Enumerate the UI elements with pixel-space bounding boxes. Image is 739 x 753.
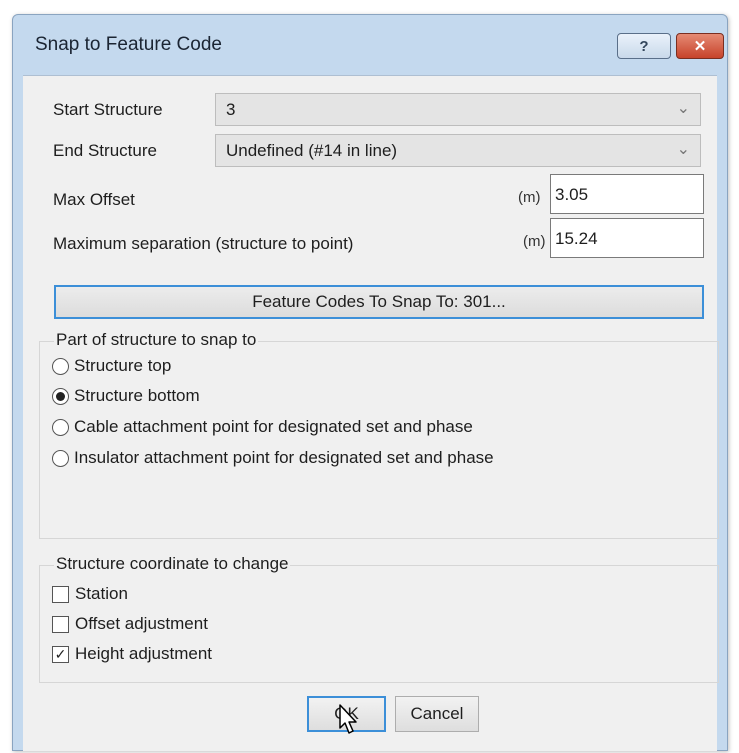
radio-label: Cable attachment point for designated se… xyxy=(74,417,473,436)
radio-label: Structure top xyxy=(74,356,172,375)
title-bar[interactable]: Snap to Feature Code ? ✕ xyxy=(13,15,727,73)
part-of-structure-title: Part of structure to snap to xyxy=(54,330,259,350)
radio-insulator-attachment[interactable]: Insulator attachment point for designate… xyxy=(52,448,494,468)
dialog-title: Snap to Feature Code xyxy=(35,34,222,55)
checkmark-icon: ✓ xyxy=(54,646,67,662)
radio-label: Insulator attachment point for designate… xyxy=(74,448,494,467)
start-structure-value: 3 xyxy=(226,100,236,119)
checkbox-height-adjustment[interactable]: ✓ Height adjustment xyxy=(52,644,212,664)
max-separation-unit: (m) xyxy=(523,233,546,250)
structure-coordinate-group: Structure coordinate to change Station O… xyxy=(39,554,719,683)
start-structure-label: Start Structure xyxy=(53,100,163,119)
close-button[interactable]: ✕ xyxy=(676,33,724,59)
snap-dialog: Snap to Feature Code ? ✕ Start Structure… xyxy=(12,14,728,751)
max-separation-label: Maximum separation (structure to point) xyxy=(53,234,354,253)
part-of-structure-group: Part of structure to snap to Structure t… xyxy=(39,330,719,539)
radio-indicator[interactable] xyxy=(52,449,69,467)
chevron-down-icon: ⌄ xyxy=(676,100,690,117)
checkbox-label: Offset adjustment xyxy=(75,614,208,633)
max-offset-input[interactable] xyxy=(550,174,704,214)
radio-cable-attachment[interactable]: Cable attachment point for designated se… xyxy=(52,417,473,437)
radio-structure-top[interactable]: Structure top xyxy=(52,356,171,376)
radio-indicator[interactable] xyxy=(52,418,69,436)
end-structure-value: Undefined (#14 in line) xyxy=(226,141,398,160)
chevron-down-icon: ⌄ xyxy=(676,141,690,158)
max-offset-label: Max Offset xyxy=(53,190,135,209)
checkbox-offset-adjustment[interactable]: Offset adjustment xyxy=(52,614,208,634)
radio-indicator[interactable] xyxy=(52,357,69,375)
checkbox-label: Station xyxy=(75,584,128,603)
radio-indicator[interactable] xyxy=(52,387,69,405)
start-structure-combo[interactable]: 3 ⌄ xyxy=(215,93,701,126)
max-separation-input[interactable] xyxy=(550,218,704,258)
checkbox-indicator[interactable] xyxy=(52,585,69,603)
radio-structure-bottom[interactable]: Structure bottom xyxy=(52,386,200,406)
mouse-pointer-icon xyxy=(339,704,357,734)
checkbox-indicator[interactable]: ✓ xyxy=(52,645,69,663)
end-structure-label: End Structure xyxy=(53,141,157,160)
end-structure-combo[interactable]: Undefined (#14 in line) ⌄ xyxy=(215,134,701,167)
max-offset-unit: (m) xyxy=(518,189,541,206)
dialog-body: Start Structure 3 ⌄ End Structure Undefi… xyxy=(23,75,719,751)
checkbox-indicator[interactable] xyxy=(52,615,69,633)
radio-label: Structure bottom xyxy=(74,386,200,405)
checkbox-station[interactable]: Station xyxy=(52,584,128,604)
help-button[interactable]: ? xyxy=(617,33,671,59)
checkbox-label: Height adjustment xyxy=(75,644,213,663)
structure-coordinate-title: Structure coordinate to change xyxy=(54,554,291,574)
feature-codes-button[interactable]: Feature Codes To Snap To: 301... xyxy=(54,285,704,319)
cancel-button[interactable]: Cancel xyxy=(395,696,479,732)
